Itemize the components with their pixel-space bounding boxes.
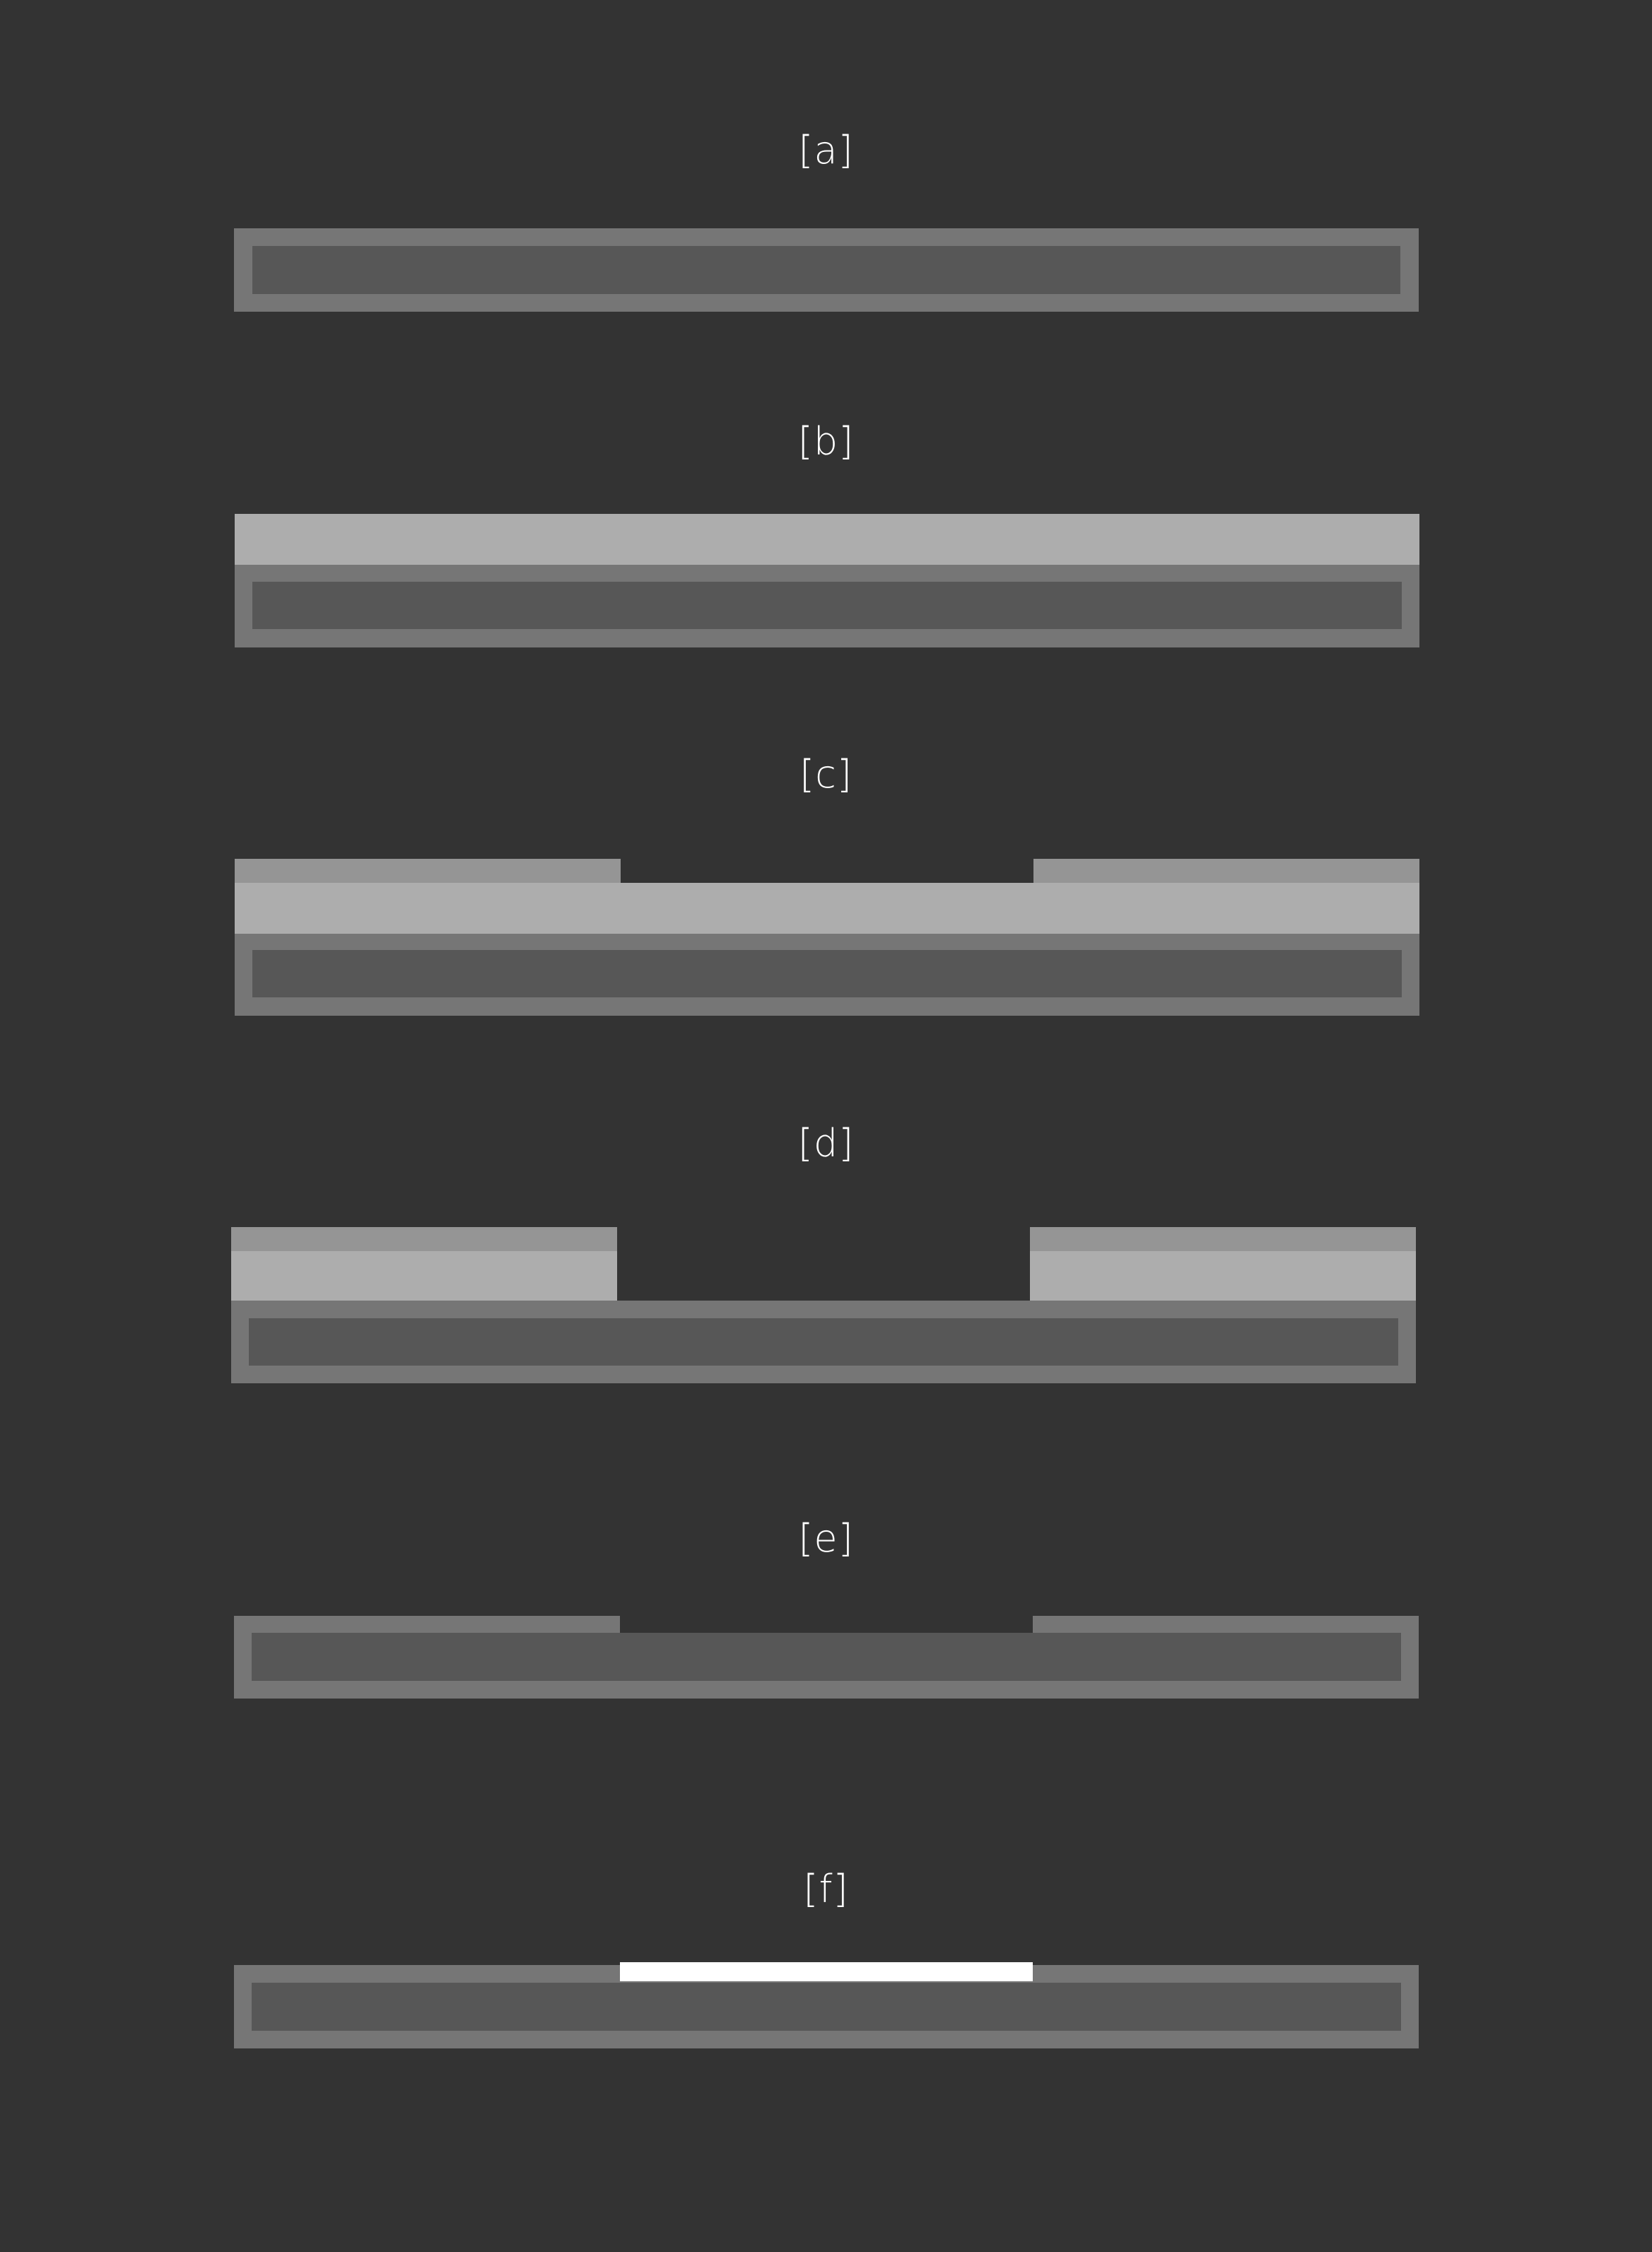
film-left-d: [231, 1251, 617, 1301]
step-label-f: [f]: [803, 1867, 849, 1911]
substrate-core-c: [252, 950, 1402, 997]
film-right-d: [1030, 1251, 1416, 1301]
step-label-b: [b]: [797, 419, 855, 464]
substrate-core-e: [252, 1633, 1401, 1681]
step-label-d: [d]: [797, 1121, 855, 1166]
substrate-core-b: [252, 582, 1402, 629]
substrate-core-a: [252, 246, 1400, 294]
resist-left-d: [231, 1227, 617, 1251]
resist-right-d: [1030, 1227, 1416, 1251]
substrate-core-d: [249, 1318, 1398, 1366]
film-layer-b: [235, 514, 1419, 565]
substrate-core-f: [252, 1983, 1401, 2031]
step-label-e: [e]: [798, 1516, 854, 1561]
resist-left-c: [235, 859, 621, 883]
resist-right-c: [1033, 859, 1419, 883]
deposit-layer-f: [620, 1962, 1033, 1981]
raised-rim-right-e: [1033, 1616, 1419, 1633]
process-flow-diagram: [a] [b] [c] [d] [e] [f]: [0, 0, 1652, 2252]
raised-rim-left-e: [234, 1616, 620, 1633]
step-label-a: [a]: [798, 128, 854, 172]
film-layer-c: [235, 883, 1419, 934]
step-label-c: [c]: [799, 752, 853, 797]
